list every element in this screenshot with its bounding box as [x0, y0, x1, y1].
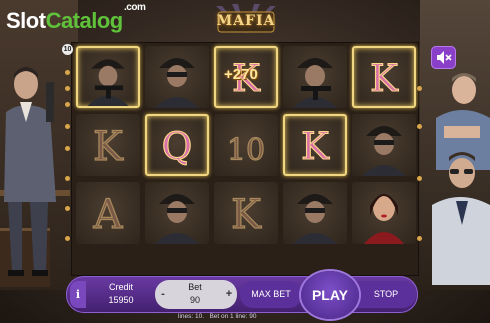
reel-symbol: K	[283, 114, 347, 176]
game-logo: MAFIA	[196, 4, 296, 38]
play-button[interactable]: PLAY	[301, 271, 359, 319]
win-amount-popup: +270	[224, 66, 258, 83]
reel-symbol	[352, 114, 416, 176]
symbol-letter-icon: A	[92, 191, 124, 238]
mobster-left-character	[4, 67, 56, 276]
payline-marker	[417, 124, 422, 129]
svg-text:K: K	[370, 56, 399, 100]
bet-per-line-info: Bet on 1 line: 90	[209, 313, 257, 320]
paylines-count-badge[interactable]: 10	[62, 44, 73, 55]
symbol-gangster-masked-icon	[155, 58, 199, 108]
credit-value: 15950	[108, 295, 134, 305]
svg-text:Q: Q	[162, 124, 193, 168]
payline-marker	[417, 176, 422, 181]
payline-marker	[417, 86, 422, 91]
reel-symbol: K	[352, 46, 416, 108]
payline-marker	[65, 236, 70, 241]
symbol-lady-icon	[364, 194, 404, 244]
svg-text:K: K	[231, 192, 262, 238]
symbol-letter-icon: K	[369, 55, 399, 100]
game-screen: SlotCatalog .com MAFIA K A Q K 10 K K K +270 10…	[0, 0, 490, 323]
payline-marker	[65, 86, 70, 91]
reel-symbol: A	[76, 182, 140, 244]
symbol-gangster-gun-icon	[87, 59, 129, 106]
bet-label: Bet	[188, 282, 202, 292]
payline-marker	[65, 102, 70, 107]
reel-symbol	[283, 182, 347, 244]
mobster-right-bottom-character	[432, 152, 490, 285]
brand-part-slot: Slot	[6, 8, 46, 33]
mute-button[interactable]	[431, 46, 456, 69]
bet-increase-button[interactable]: +	[223, 280, 235, 309]
reel-symbol	[352, 182, 416, 244]
bet-value: 90	[189, 295, 200, 305]
payline-marker	[65, 124, 70, 129]
brand-part-catalog: Catalog	[45, 8, 124, 33]
svg-text:K: K	[301, 124, 330, 168]
payline-marker	[65, 206, 70, 211]
info-icon: i	[75, 288, 81, 301]
reel-symbol: K	[76, 114, 140, 176]
reel-symbol: K	[214, 182, 278, 244]
reel-symbol	[145, 46, 209, 108]
symbol-gangster-gun-icon	[293, 58, 337, 108]
game-title: MAFIA	[216, 13, 276, 29]
symbol-gangster-masked-icon	[293, 194, 337, 244]
stop-button[interactable]: STOP	[356, 281, 416, 308]
symbol-letter-icon: 10	[226, 132, 265, 168]
symbol-letter-icon: K	[92, 123, 124, 170]
reel-symbol	[283, 46, 347, 108]
max-bet-button[interactable]: MAX BET	[240, 281, 302, 308]
mute-icon	[437, 51, 452, 64]
reel-symbol: 10	[214, 114, 278, 176]
symbol-gangster-masked-icon	[155, 194, 199, 244]
reel-symbol	[145, 182, 209, 244]
payline-marker	[417, 236, 422, 241]
svg-text:K: K	[93, 124, 124, 170]
svg-text:10: 10	[227, 133, 265, 168]
bet-info-footer: lines: 10. Bet on 1 line: 90	[178, 313, 338, 320]
reel-symbol	[76, 46, 140, 108]
reel-symbol: Q	[145, 114, 209, 176]
credit-label: Credit	[108, 282, 133, 292]
symbol-letter-icon: Q	[161, 123, 193, 168]
brand-suffix: .com	[124, 2, 146, 13]
symbol-gangster-masked-icon	[362, 126, 406, 176]
lines-info: lines: 10.	[178, 313, 205, 320]
payline-marker	[65, 176, 70, 181]
info-button[interactable]: i	[70, 281, 86, 308]
brand-logo: SlotCatalog .com	[6, 2, 146, 34]
symbol-letter-icon: K	[230, 191, 262, 238]
svg-text:A: A	[93, 192, 124, 238]
payline-marker	[65, 146, 70, 151]
payline-marker	[65, 70, 70, 75]
symbol-letter-icon: K	[300, 123, 330, 168]
